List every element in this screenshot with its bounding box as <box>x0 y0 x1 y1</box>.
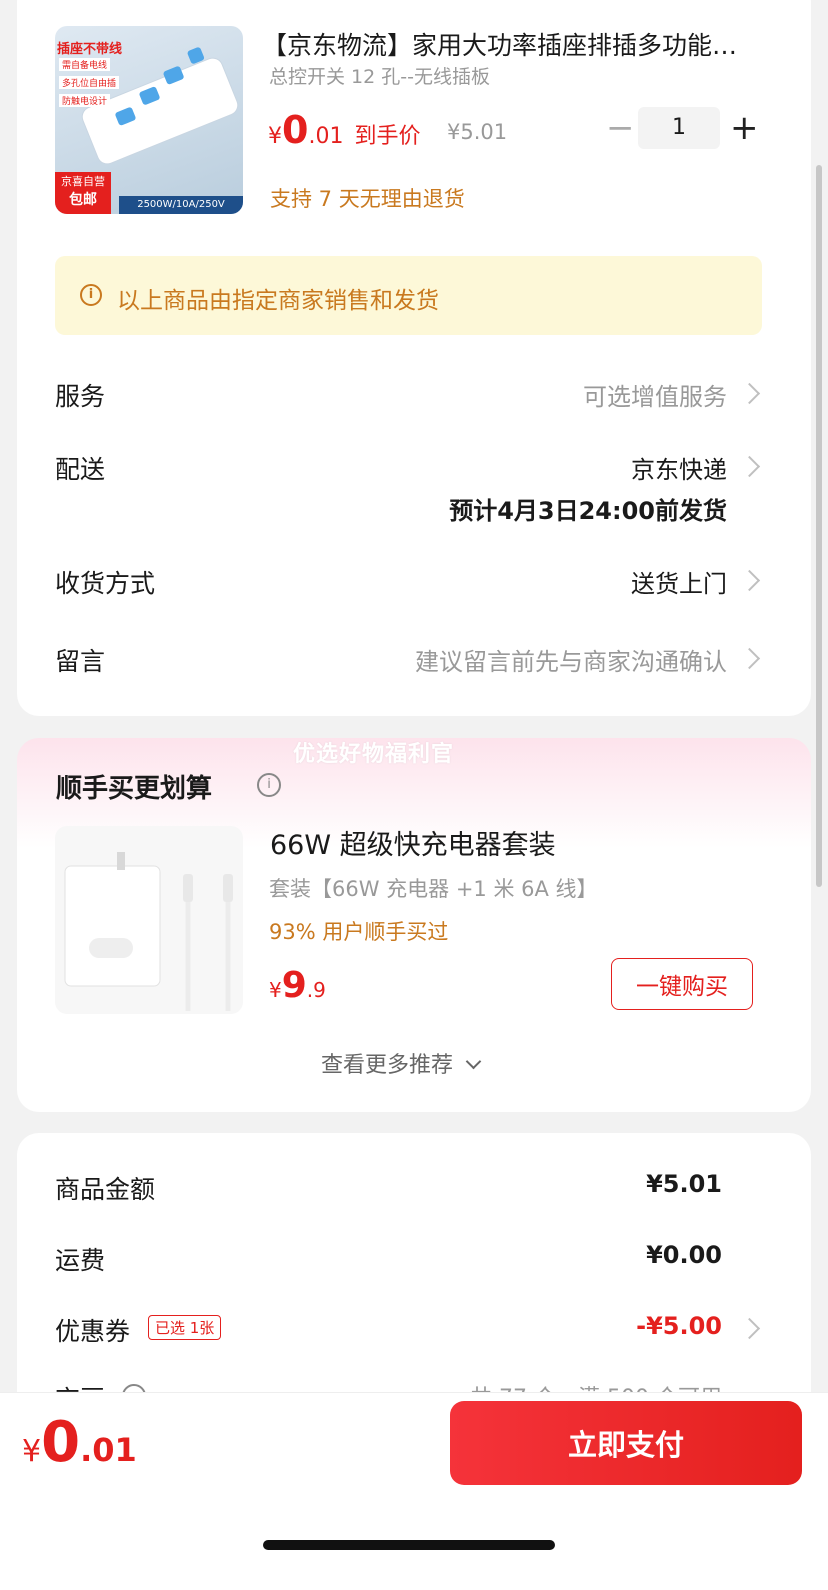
charger-image[interactable] <box>55 826 243 1014</box>
image-feature-3: 防触电设计 <box>59 94 111 107</box>
image-spec-bar: 2500W/10A/250V <box>119 196 243 214</box>
increase-quantity-button[interactable]: + <box>730 111 759 145</box>
delivery-label: 配送 <box>55 455 106 484</box>
delivery-row[interactable]: 配送 京东快递 预计4月3日24:00前发货 <box>17 440 811 530</box>
price-symbol: ¥ <box>268 124 282 149</box>
charger-stat: 93% 用户顺手买过 <box>269 920 449 944</box>
quantity-input[interactable]: 1 <box>638 107 720 149</box>
image-feature-1: 需自备电线 <box>59 58 111 71</box>
chevron-down-icon <box>465 1053 482 1070</box>
more-label: 查看更多推荐 <box>321 1053 454 1078</box>
product-price: ¥0.01 到手价 <box>268 108 421 152</box>
recommend-title: 顺手买更划算 <box>56 774 213 804</box>
charger-title[interactable]: 66W 超级快充电器套装 <box>270 823 556 862</box>
chevron-right-icon <box>738 647 761 670</box>
message-label: 留言 <box>55 647 106 676</box>
coupon-label: 优惠券 <box>55 1317 131 1346</box>
coupon-value: -¥5.00 <box>636 1312 722 1340</box>
decrease-quantity-button[interactable]: − <box>606 111 635 145</box>
notice-text: 以上商品由指定商家销售和发货 <box>117 288 439 314</box>
corner-line-1: 京喜自营 <box>61 175 105 188</box>
image-feature-2: 多孔位自由插 <box>59 76 120 89</box>
image-top-badge: 插座不带线 <box>57 42 123 57</box>
service-row[interactable]: 服务 可选增值服务 <box>17 365 811 420</box>
message-row[interactable]: 留言 建议留言前先与商家沟通确认 <box>17 630 811 685</box>
delivery-eta: 预计4月3日24:00前发货 <box>449 497 727 525</box>
charger-spec: 套装【66W 充电器 +1 米 6A 线】 <box>269 877 598 901</box>
home-indicator[interactable] <box>263 1540 555 1550</box>
product-spec[interactable]: 总控开关 12 孔--无线插板 <box>269 62 490 89</box>
recommend-banner: 优选好物福利官 <box>293 742 455 767</box>
coupon-badge: 已选 1张 <box>148 1315 222 1340</box>
price-tag: 到手价 <box>354 124 421 149</box>
chevron-right-icon <box>738 1317 761 1340</box>
receive-method-row[interactable]: 收货方式 送货上门 <box>17 552 811 607</box>
goods-amount-value: ¥5.01 <box>646 1170 722 1198</box>
receive-method-label: 收货方式 <box>55 569 156 598</box>
shipping-label: 运费 <box>55 1246 106 1275</box>
chevron-right-icon <box>738 455 761 478</box>
seller-notice: i 以上商品由指定商家销售和发货 <box>55 256 762 335</box>
price-dec: .01 <box>80 1431 137 1469</box>
charger-price: ¥9.9 <box>269 965 326 1006</box>
price-dec: .01 <box>308 124 344 149</box>
charger-illustration <box>64 852 233 1011</box>
image-corner-badge: 京喜自营 包邮 <box>55 172 111 214</box>
chevron-right-icon <box>738 569 761 592</box>
pay-now-button[interactable]: 立即支付 <box>450 1401 802 1485</box>
price-int: 0 <box>282 108 309 152</box>
price-int: 0 <box>41 1410 81 1475</box>
original-price: ¥5.01 <box>447 120 508 144</box>
goods-amount-label: 商品金额 <box>55 1175 156 1204</box>
delivery-value: 京东快递 <box>631 456 727 484</box>
product-image[interactable]: 插座不带线 需自备电线 多孔位自由插 防触电设计 京喜自营 包邮 2500W/1… <box>55 26 243 214</box>
return-policy: 支持 7 天无理由退货 <box>270 187 465 211</box>
scrollbar[interactable] <box>816 165 822 887</box>
coupon-row[interactable]: 优惠券 已选 1张 -¥5.00 <box>17 1300 811 1355</box>
chevron-right-icon <box>738 382 761 405</box>
info-icon[interactable]: i <box>257 773 281 797</box>
product-title[interactable]: 【京东物流】家用大功率插座排插多功能… <box>262 26 737 62</box>
receive-method-value: 送货上门 <box>631 570 727 598</box>
price-symbol: ¥ <box>22 1434 42 1469</box>
price-dec: .9 <box>306 978 326 1002</box>
total-price: ¥0.01 <box>22 1410 137 1475</box>
price-symbol: ¥ <box>269 978 282 1002</box>
one-click-buy-button[interactable]: 一键购买 <box>611 958 753 1010</box>
service-label: 服务 <box>55 382 106 411</box>
price-int: 9 <box>281 965 307 1006</box>
shipping-value: ¥0.00 <box>646 1241 722 1269</box>
service-value: 可选增值服务 <box>583 383 727 411</box>
info-icon: i <box>80 284 102 306</box>
message-placeholder: 建议留言前先与商家沟通确认 <box>415 648 727 676</box>
corner-line-2: 包邮 <box>69 192 97 208</box>
more-recommendations[interactable]: 查看更多推荐 <box>321 1047 482 1079</box>
